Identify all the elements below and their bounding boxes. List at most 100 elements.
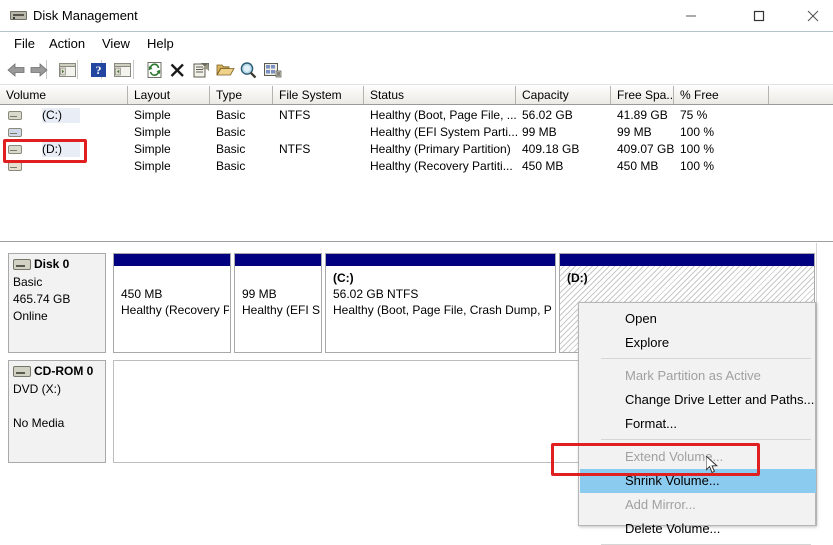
menu-separator <box>601 358 811 359</box>
disk-info-panel-0[interactable]: Disk 0 Basic 465.74 GB Online <box>8 253 106 353</box>
annotation-box-d-volume <box>3 139 87 163</box>
delete-icon[interactable] <box>167 60 188 80</box>
disk-info-panel-1[interactable]: CD-ROM 0 DVD (X:) No Media <box>8 360 106 463</box>
svg-text:?: ? <box>96 63 102 77</box>
cell-percent: 75 % <box>680 108 708 122</box>
forward-arrow-icon[interactable] <box>28 60 49 80</box>
help-icon[interactable]: ? <box>88 60 109 80</box>
partition-block[interactable]: 450 MB Healthy (Recovery Pa <box>113 253 231 353</box>
menu-action[interactable]: Action <box>43 35 91 53</box>
column-header-free-spa[interactable]: Free Spa... <box>611 86 674 104</box>
disk-management-window: Disk Management File Action View Help ? Vol… <box>0 0 833 545</box>
column-header-blank[interactable] <box>769 86 833 104</box>
properties-icon[interactable] <box>191 60 212 80</box>
cell-free: 99 MB <box>617 125 652 139</box>
table-row[interactable]: Simple Basic Healthy (EFI System Parti... 9… <box>0 124 833 141</box>
disk-name: Disk 0 <box>34 257 70 271</box>
minimize-button[interactable] <box>668 0 714 31</box>
partition-block[interactable]: 99 MB Healthy (EFI Sy: <box>234 253 322 353</box>
show-hide-console-icon[interactable] <box>112 60 133 80</box>
disk-type: Basic <box>13 275 43 289</box>
column-header-status[interactable]: Status <box>364 86 516 104</box>
volume-list: Volume Layout Type File System Status Capacit… <box>0 86 833 236</box>
cdrom-letter: DVD (X:) <box>13 382 61 396</box>
partition-color-bar <box>326 254 555 266</box>
cell-capacity: 409.18 GB <box>522 142 580 156</box>
column-header-layout[interactable]: Layout <box>128 86 210 104</box>
cell-type: Basic <box>216 108 246 122</box>
partition-status: Healthy (Boot, Page File, Crash Dump, P <box>333 303 552 317</box>
partition-status: Healthy (EFI Sy: <box>242 303 320 317</box>
cell-percent: 100 % <box>680 142 715 156</box>
menu-item-explore[interactable]: Explore <box>580 331 816 355</box>
cell-filesystem: NTFS <box>279 142 311 156</box>
cell-free: 409.07 GB <box>617 142 674 156</box>
all-tasks-icon[interactable] <box>262 60 283 80</box>
partition-status: Healthy (Recovery Pa <box>121 303 229 317</box>
cell-type: Basic <box>216 125 246 139</box>
cell-layout: Simple <box>134 108 171 122</box>
table-row[interactable]: (D:) Simple Basic NTFS Healthy (Primary Part… <box>0 141 833 158</box>
back-arrow-icon[interactable] <box>6 60 27 80</box>
column-header-capacity[interactable]: Capacity <box>516 86 611 104</box>
title-underline <box>0 31 833 32</box>
menu-item-mark-partition-as-active: Mark Partition as Active <box>625 368 761 383</box>
volume-drive-icon <box>8 111 22 120</box>
cell-layout: Simple <box>134 159 171 173</box>
cell-capacity: 56.02 GB <box>522 108 573 122</box>
context-menu: Open Explore Mark Partition as Active Chang… <box>578 302 816 545</box>
cell-filesystem <box>279 158 364 175</box>
title-bar: Disk Management <box>0 0 833 32</box>
annotation-box-shrink-volume <box>551 443 760 476</box>
cell-filesystem: NTFS <box>279 108 311 122</box>
cell-capacity: 99 MB <box>522 125 557 139</box>
cell-layout: Simple <box>134 142 171 156</box>
table-row[interactable]: Simple Basic Healthy (Recovery Partiti... 4… <box>0 158 833 175</box>
rescan-disks-icon[interactable] <box>238 60 259 80</box>
menu-separator <box>601 439 811 440</box>
cell-capacity: 450 MB <box>522 159 564 173</box>
column-header-file-system[interactable]: File System <box>273 86 364 104</box>
mouse-cursor <box>705 454 719 474</box>
cell-status: Healthy (Recovery Partiti... <box>370 159 513 173</box>
menu-view[interactable]: View <box>96 35 136 53</box>
menu-item-delete-volume[interactable]: Delete Volume... <box>580 517 816 541</box>
menu-file[interactable]: File <box>8 35 41 53</box>
column-header-volume[interactable]: Volume <box>0 86 128 104</box>
cdrom-name: CD-ROM 0 <box>34 364 94 378</box>
cdrom-status: No Media <box>13 416 65 430</box>
toolbar-divider <box>0 84 833 85</box>
disk-capacity: 465.74 GB <box>13 292 71 306</box>
cell-type: Basic <box>216 159 246 173</box>
pane-splitter[interactable] <box>0 241 833 242</box>
cell-volume: (C:) <box>42 108 62 122</box>
close-button[interactable] <box>790 0 833 31</box>
disk-management-icon <box>10 8 27 23</box>
volume-efi-icon <box>8 128 22 137</box>
column-header-free[interactable]: % Free <box>674 86 769 104</box>
maximize-button[interactable] <box>736 0 782 31</box>
toolbar-separator <box>133 60 134 79</box>
volume-recovery-icon <box>8 162 22 171</box>
cell-filesystem <box>279 124 364 141</box>
menu-item-format[interactable]: Format... <box>580 412 816 436</box>
partition-label: (C:) <box>333 271 354 285</box>
menu-item-change-drive-letter-and-paths[interactable]: Change Drive Letter and Paths... <box>580 388 816 412</box>
menu-item-add-mirror: Add Mirror... <box>625 497 696 512</box>
table-row[interactable]: (C:) Simple Basic NTFS Healthy (Boot, Page F… <box>0 107 833 124</box>
partition-size: 56.02 GB NTFS <box>333 287 419 301</box>
open-folder-icon[interactable] <box>215 60 236 80</box>
refresh-icon[interactable] <box>144 60 165 80</box>
partition-color-bar <box>114 254 230 266</box>
scrollbar-track[interactable] <box>816 243 817 526</box>
cell-type: Basic <box>216 142 246 156</box>
menu-help[interactable]: Help <box>141 35 180 53</box>
up-one-level-icon[interactable] <box>57 60 78 80</box>
column-header-type[interactable]: Type <box>210 86 273 104</box>
partition-size: 99 MB <box>242 287 277 301</box>
partition-color-bar <box>560 254 814 266</box>
menu-item-open[interactable]: Open <box>580 307 816 331</box>
menu-bar: File Action View Help <box>0 33 833 55</box>
partition-block[interactable]: (C:) 56.02 GB NTFS Healthy (Boot, Page Fil… <box>325 253 556 353</box>
cell-layout: Simple <box>134 125 171 139</box>
